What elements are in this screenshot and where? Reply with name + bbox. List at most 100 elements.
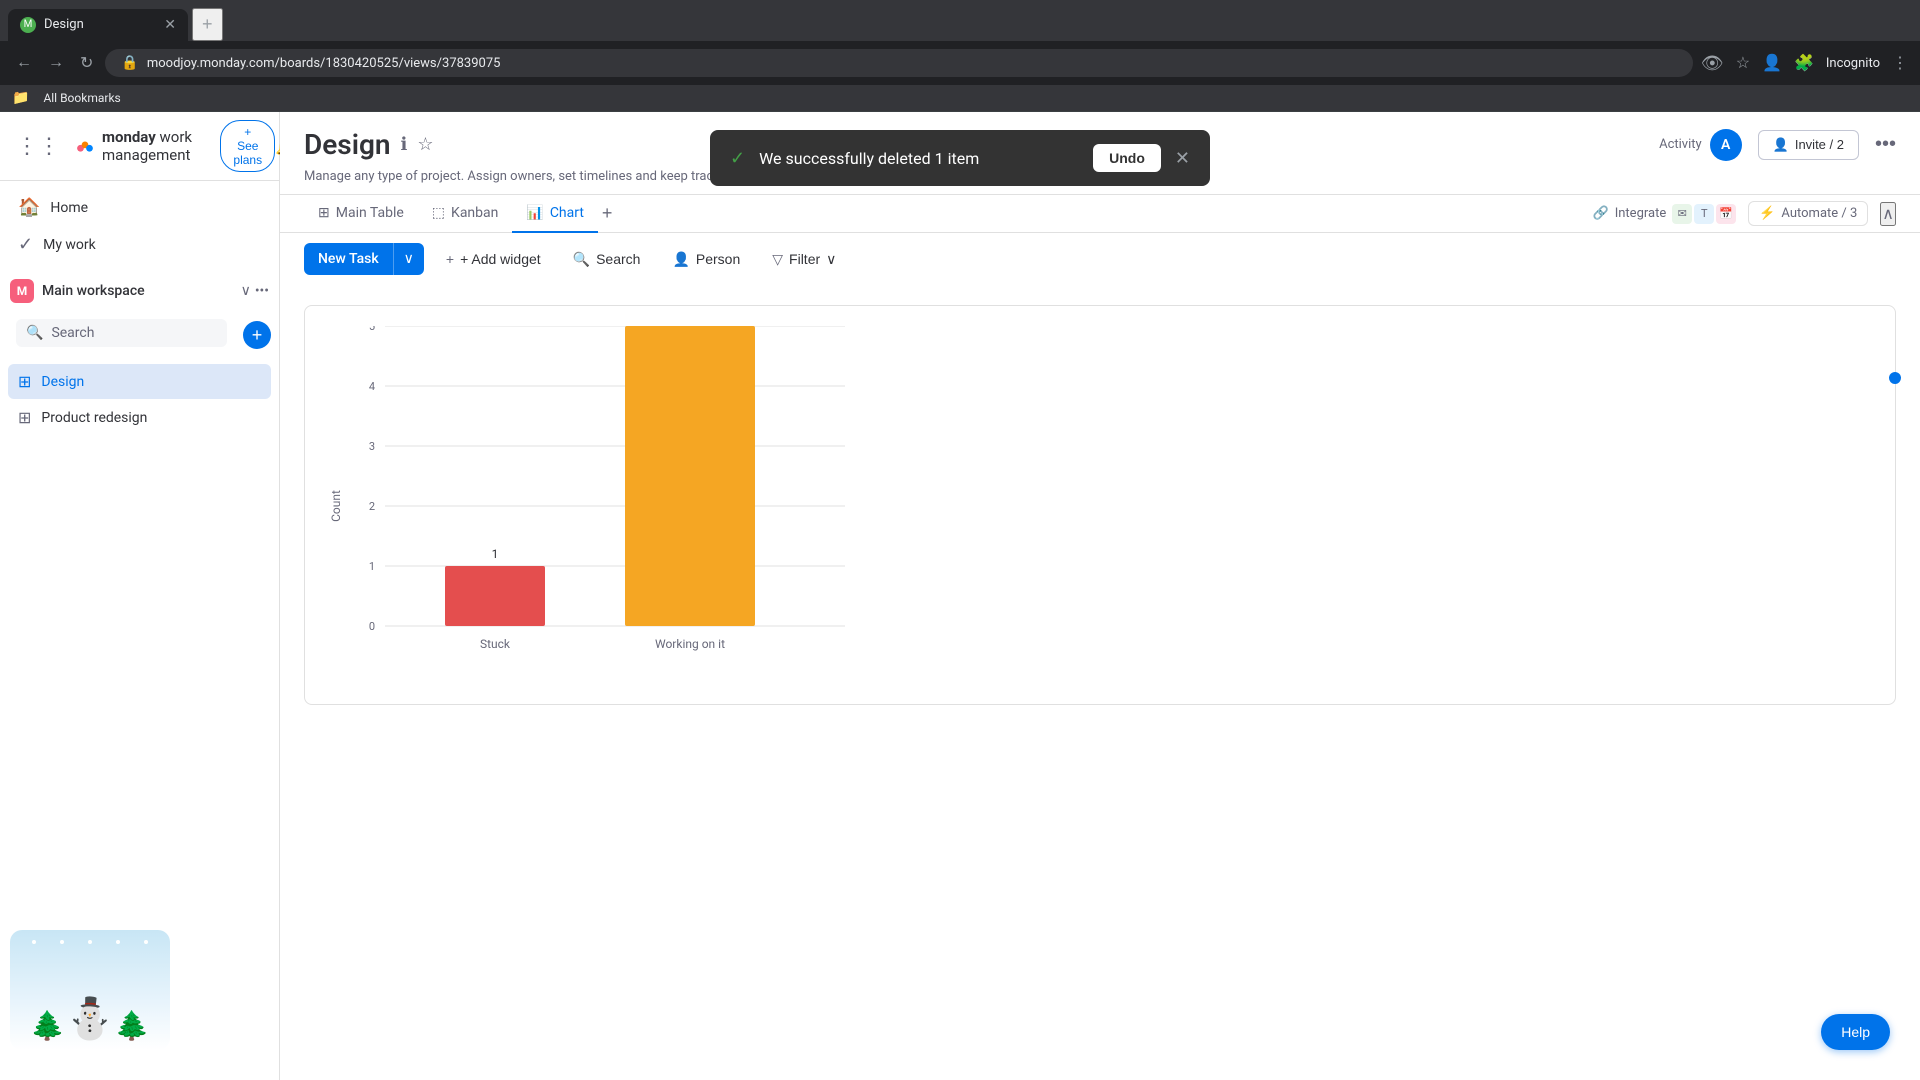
sidebar-item-product-redesign[interactable]: ⊞ Product redesign bbox=[8, 400, 271, 435]
add-widget-button[interactable]: + + Add widget bbox=[436, 245, 551, 273]
automate-icon: ⚡ bbox=[1759, 206, 1775, 221]
my-work-label: My work bbox=[43, 237, 96, 253]
kanban-tab-icon: ⬚ bbox=[432, 205, 445, 221]
toast-close-button[interactable]: ✕ bbox=[1175, 148, 1190, 169]
snow-dot bbox=[60, 940, 64, 944]
sidebar-boards: ⊞ Design ⊞ Product redesign bbox=[0, 363, 279, 436]
url-text: moodjoy.monday.com/boards/1830420525/vie… bbox=[147, 56, 501, 71]
tab-close-icon[interactable]: ✕ bbox=[164, 17, 176, 33]
workspace-header[interactable]: M Main workspace ∨ ••• bbox=[0, 271, 279, 311]
tab-main-table[interactable]: ⊞ Main Table bbox=[304, 195, 418, 233]
page-more-button[interactable]: ••• bbox=[1875, 133, 1896, 156]
sidebar-item-design[interactable]: ⊞ Design bbox=[8, 364, 271, 399]
bar-stuck[interactable] bbox=[445, 566, 545, 626]
snow-dot bbox=[144, 940, 148, 944]
see-plans-button[interactable]: + See plans bbox=[220, 120, 275, 172]
toast-success-icon: ✓ bbox=[730, 148, 745, 169]
chart-resize-handle[interactable] bbox=[1889, 372, 1901, 384]
sidebar-add-button[interactable]: + bbox=[243, 321, 271, 349]
filter-button[interactable]: ▽ Filter ∨ bbox=[762, 245, 846, 274]
person-icon: 👤 bbox=[672, 251, 689, 268]
tabs-bar: ⊞ Main Table ⬚ Kanban 📊 Chart + 🔗 Integr… bbox=[280, 195, 1920, 233]
search-toolbar-icon: 🔍 bbox=[573, 251, 590, 268]
sidebar-search-row: 🔍 Search + bbox=[0, 311, 279, 363]
sidebar-navigation: 🏠 Home ✓ My work bbox=[0, 181, 279, 271]
main-table-tab-label: Main Table bbox=[336, 205, 404, 221]
all-bookmarks-link[interactable]: All Bookmarks bbox=[37, 89, 126, 107]
automate-label: Automate / 3 bbox=[1781, 206, 1857, 221]
person-button[interactable]: 👤 Person bbox=[662, 245, 750, 274]
header-actions: Activity A 👤 Invite / 2 ••• bbox=[1659, 129, 1896, 161]
browser-tab[interactable]: M Design ✕ bbox=[8, 9, 188, 41]
browser-chrome: M Design ✕ + ← → ↻ 🔒 moodjoy.monday.com/… bbox=[0, 0, 1920, 112]
bookmarks-folder-icon: 📁 bbox=[12, 90, 29, 106]
sidebar-search-icon: 🔍 bbox=[26, 325, 43, 341]
home-label: Home bbox=[50, 200, 88, 216]
filter-chevron-icon: ∨ bbox=[826, 251, 836, 268]
sidebar-search-bar[interactable]: 🔍 Search bbox=[16, 319, 227, 347]
tree-icon-left: 🌲 bbox=[30, 1009, 65, 1042]
new-task-dropdown-icon[interactable]: ∨ bbox=[393, 243, 424, 275]
menu-icon[interactable]: ⋮ bbox=[1892, 53, 1908, 73]
toolbar: New Task ∨ + + Add widget 🔍 Search 👤 Per… bbox=[280, 233, 1920, 285]
workspace-left: M Main workspace bbox=[10, 279, 145, 303]
workspace-chevron-icon[interactable]: ∨ bbox=[241, 283, 251, 299]
bar-working[interactable] bbox=[625, 326, 755, 626]
workspace-name: Main workspace bbox=[42, 283, 145, 299]
new-task-button[interactable]: New Task ∨ bbox=[304, 243, 424, 275]
bar-chart-svg: Count 0 1 2 3 4 bbox=[325, 326, 885, 676]
sidebar-item-home[interactable]: 🏠 Home bbox=[8, 189, 271, 226]
hide-icon[interactable]: 👁 bbox=[1701, 53, 1724, 74]
profile-icon[interactable]: 👤 bbox=[1762, 53, 1782, 73]
new-tab-button[interactable]: + bbox=[192, 8, 223, 41]
activity-section: Activity A bbox=[1659, 129, 1742, 161]
calendar-icon: 📅 bbox=[1716, 204, 1736, 224]
monday-logo-icon bbox=[76, 130, 94, 162]
chart-tab-label: Chart bbox=[550, 205, 584, 221]
info-icon[interactable]: ℹ bbox=[401, 134, 408, 155]
integrate-icon: 🔗 bbox=[1593, 206, 1609, 221]
waffle-menu-icon[interactable]: ⋮⋮ bbox=[16, 133, 60, 159]
workspace-more-icon[interactable]: ••• bbox=[255, 283, 269, 299]
app: ⋮⋮ monday work management + See plans bbox=[0, 112, 1920, 1080]
tab-kanban[interactable]: ⬚ Kanban bbox=[418, 195, 513, 233]
browser-controls: ← → ↻ 🔒 moodjoy.monday.com/boards/183042… bbox=[0, 41, 1920, 85]
home-icon: 🏠 bbox=[18, 197, 40, 218]
tab-chart[interactable]: 📊 Chart bbox=[512, 195, 598, 233]
invite-button[interactable]: 👤 Invite / 2 bbox=[1758, 130, 1859, 160]
bar-working-label: Working on it bbox=[655, 637, 725, 651]
help-button[interactable]: Help bbox=[1821, 1014, 1890, 1050]
bookmark-icon[interactable]: ☆ bbox=[1736, 53, 1750, 73]
sidebar-item-design-label: Design bbox=[41, 374, 84, 390]
filter-label: Filter bbox=[789, 251, 820, 267]
gmail-icon: ✉ bbox=[1672, 204, 1692, 224]
person-label: Person bbox=[696, 251, 740, 267]
back-button[interactable]: ← bbox=[12, 50, 36, 76]
search-button[interactable]: 🔍 Search bbox=[563, 245, 651, 274]
sidebar-item-my-work[interactable]: ✓ My work bbox=[8, 226, 271, 263]
extension-icon[interactable]: 🧩 bbox=[1794, 53, 1814, 73]
snow-dots bbox=[10, 940, 170, 944]
sidebar: ⋮⋮ monday work management + See plans bbox=[0, 112, 280, 1080]
svg-text:5: 5 bbox=[369, 326, 375, 333]
star-icon[interactable]: ☆ bbox=[417, 134, 433, 155]
reload-button[interactable]: ↻ bbox=[76, 49, 97, 77]
address-bar[interactable]: 🔒 moodjoy.monday.com/boards/1830420525/v… bbox=[105, 49, 1692, 77]
collapse-button[interactable]: ∧ bbox=[1880, 202, 1896, 226]
add-tab-button[interactable]: + bbox=[602, 203, 613, 224]
integrate-label: Integrate bbox=[1615, 206, 1667, 221]
search-label: Search bbox=[596, 251, 640, 267]
invite-icon: 👤 bbox=[1773, 137, 1789, 153]
new-task-label: New Task bbox=[304, 243, 393, 275]
integrate-button[interactable]: 🔗 Integrate ✉ T 📅 bbox=[1593, 204, 1737, 224]
forward-button[interactable]: → bbox=[44, 50, 68, 76]
lock-icon: 🔒 bbox=[121, 55, 138, 71]
automate-button[interactable]: ⚡ Automate / 3 bbox=[1748, 201, 1868, 226]
chart-tab-icon: 📊 bbox=[526, 205, 543, 221]
app-header: ⋮⋮ monday work management + See plans bbox=[0, 112, 279, 181]
activity-avatar: A bbox=[1710, 129, 1742, 161]
toast-undo-button[interactable]: Undo bbox=[1093, 144, 1161, 172]
integrate-icons: ✉ T 📅 bbox=[1672, 204, 1736, 224]
teams-icon: T bbox=[1694, 204, 1714, 224]
add-widget-icon: + bbox=[446, 251, 454, 267]
